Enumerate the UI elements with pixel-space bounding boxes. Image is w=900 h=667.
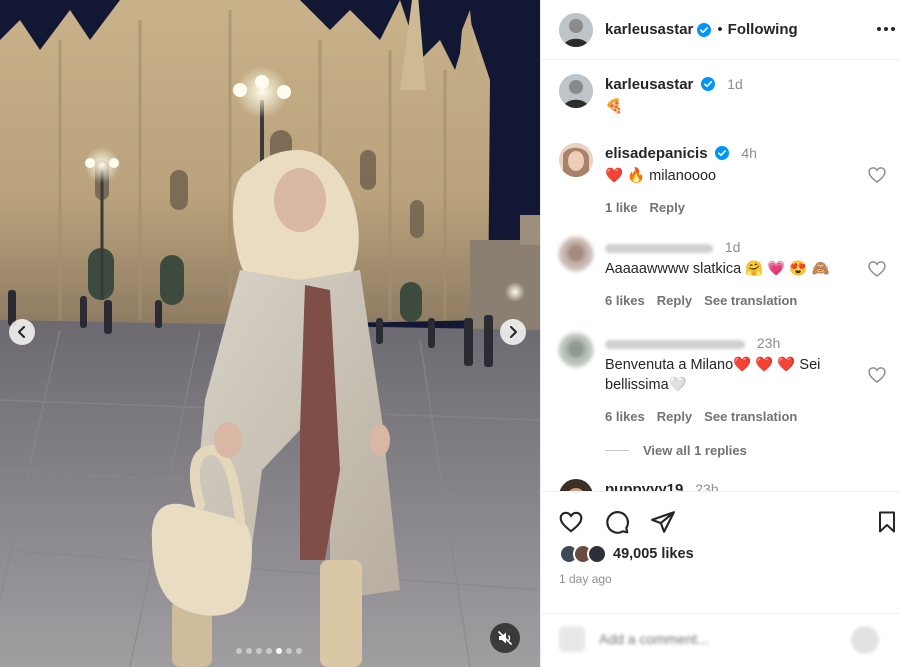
comment-likes[interactable]: 6 likes <box>605 407 645 427</box>
comment-time: 1d <box>724 239 741 255</box>
likes-count: 49,005 likes <box>613 546 694 562</box>
view-replies-button[interactable]: View all 1 replies <box>605 443 747 458</box>
slide-dot <box>276 648 282 654</box>
reply-button[interactable]: Reply <box>650 198 685 218</box>
liker-avatar <box>587 544 607 564</box>
commenter-username[interactable]: elisadepanicis <box>605 145 708 162</box>
avatar-image <box>559 143 593 177</box>
post-actions: 49,005 likes 1 day ago <box>541 491 900 667</box>
post-details-panel: karleusastar • Following karleusastar 1d… <box>540 0 900 667</box>
slide-dot <box>246 648 252 654</box>
add-comment-bar <box>541 613 900 663</box>
caption-time: 1d <box>727 76 743 92</box>
commenter-avatar[interactable] <box>559 237 593 271</box>
blurred-username[interactable] <box>605 243 713 253</box>
header-separator: • <box>717 21 723 38</box>
comment-item: 1d Aaaaawwww slatkica 🤗 💗 😍 🙈 6 likes Re… <box>559 237 889 317</box>
caption-username[interactable]: karleusastar <box>605 76 693 93</box>
comment-time: 4h <box>741 145 757 161</box>
comment-button[interactable] <box>603 508 631 536</box>
slide-dot <box>286 648 292 654</box>
comment-icon <box>606 511 629 534</box>
like-comment-heart-icon[interactable] <box>867 165 887 185</box>
following-button[interactable]: Following <box>728 21 798 38</box>
post-timestamp: 1 day ago <box>559 572 612 586</box>
comment-item: elisadepanicis 4h ❤️ 🔥 milanoooo 1 like … <box>559 143 889 223</box>
share-icon <box>651 511 675 533</box>
comments-list[interactable]: karleusastar 1d 🍕 elisadepanicis 4h ❤️ 🔥… <box>541 61 900 491</box>
slide-indicator <box>236 648 302 654</box>
reply-button[interactable]: Reply <box>657 407 692 427</box>
see-translation-button[interactable]: See translation <box>704 407 797 427</box>
mute-toggle-button[interactable] <box>490 623 520 653</box>
author-username[interactable]: karleusastar <box>605 21 693 38</box>
like-button[interactable] <box>557 508 585 536</box>
avatar-image <box>559 479 593 491</box>
next-slide-button[interactable] <box>500 319 526 345</box>
comment-item: puppyyy19 23h <box>559 479 889 491</box>
slide-dot <box>296 648 302 654</box>
replies-divider <box>605 450 629 451</box>
chevron-left-icon <box>18 326 25 338</box>
reply-button[interactable]: Reply <box>657 291 692 311</box>
share-button[interactable] <box>649 508 677 536</box>
slide-dot <box>236 648 242 654</box>
avatar-image <box>559 74 593 108</box>
blurred-username[interactable] <box>605 339 745 349</box>
like-comment-heart-icon[interactable] <box>867 365 887 385</box>
avatar-image <box>559 333 593 367</box>
post-header: karleusastar • Following <box>541 0 900 60</box>
comment-text: Benvenuta a Milano❤️ ❤️ ❤️ Sei bellissim… <box>605 357 821 393</box>
verified-badge-icon <box>715 146 730 160</box>
post-comment-button[interactable] <box>851 626 879 654</box>
comment-likes[interactable]: 1 like <box>605 198 638 218</box>
slide-dot <box>256 648 262 654</box>
likes-summary[interactable]: 49,005 likes <box>559 544 694 564</box>
comment-likes[interactable]: 6 likes <box>605 291 645 311</box>
more-options-icon <box>877 27 895 31</box>
verified-badge-icon <box>697 22 712 37</box>
verified-badge-icon <box>701 77 716 91</box>
previous-slide-button[interactable] <box>9 319 35 345</box>
commenter-avatar[interactable] <box>559 333 593 367</box>
comment-text: Aaaaawwww slatkica 🤗 💗 😍 🙈 <box>605 261 830 277</box>
emoji-button[interactable] <box>559 625 585 652</box>
caption-avatar[interactable] <box>559 74 593 108</box>
comment-text: ❤️ 🔥 milanoooo <box>605 168 717 184</box>
save-button[interactable] <box>873 508 900 536</box>
view-replies-label: View all 1 replies <box>643 443 747 458</box>
commenter-avatar[interactable] <box>559 143 593 177</box>
avatar-image <box>559 237 593 271</box>
slide-dot <box>266 648 272 654</box>
comment-time: 23h <box>695 481 719 491</box>
bookmark-icon <box>879 511 895 533</box>
comment-item: 23h Benvenuta a Milano❤️ ❤️ ❤️ Sei belli… <box>559 333 889 453</box>
post-media[interactable] <box>0 0 540 667</box>
caption-text: 🍕 <box>605 99 624 115</box>
muted-speaker-icon <box>497 630 513 646</box>
more-options-button[interactable] <box>873 18 899 40</box>
like-comment-heart-icon[interactable] <box>867 259 887 279</box>
heart-icon <box>559 511 583 533</box>
author-avatar[interactable] <box>559 12 593 47</box>
chevron-right-icon <box>510 326 517 338</box>
comment-time: 23h <box>756 335 781 351</box>
see-translation-button[interactable]: See translation <box>704 291 797 311</box>
commenter-username[interactable]: puppyyy19 <box>605 481 683 491</box>
media-photo <box>0 0 540 667</box>
commenter-avatar[interactable] <box>559 479 593 491</box>
avatar-image <box>559 12 593 47</box>
comment-input[interactable] <box>599 630 839 647</box>
post-caption: karleusastar 1d 🍕 <box>559 74 889 124</box>
